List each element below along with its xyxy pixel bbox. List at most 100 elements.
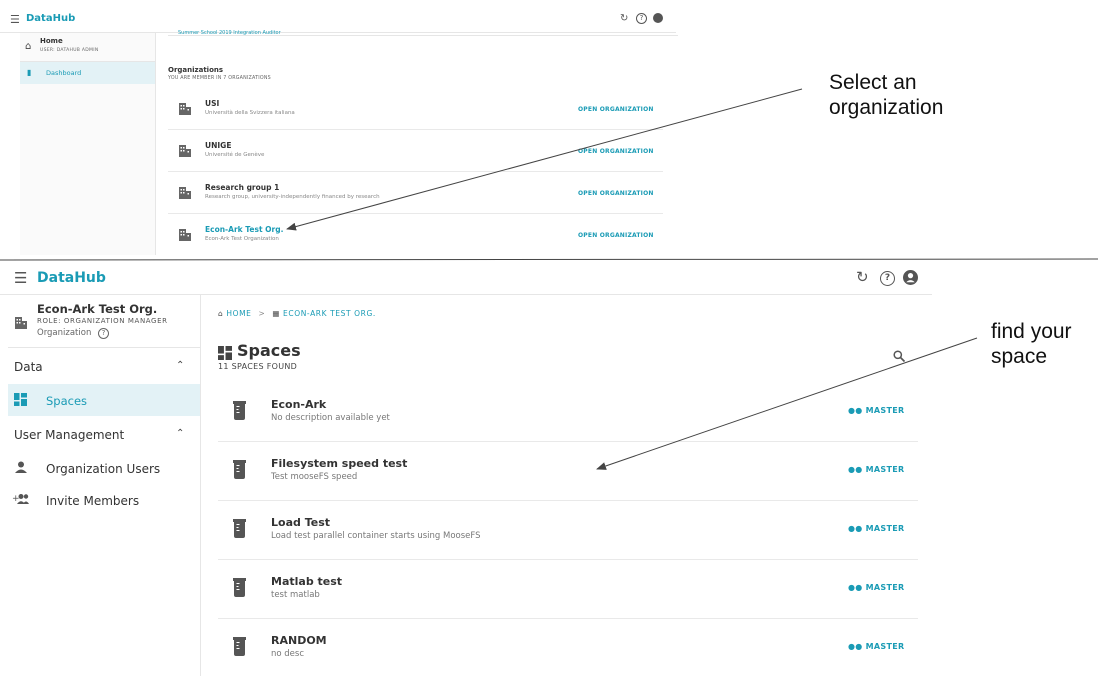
building-icon	[179, 103, 191, 115]
space-icon	[233, 637, 246, 656]
building-icon	[179, 229, 191, 241]
top-home-label: Home	[40, 37, 63, 45]
space-desc: Test mooseFS speed	[271, 472, 358, 482]
org-name[interactable]: Econ-Ark Test Org.	[205, 225, 283, 234]
org-type-help-icon[interactable]: ?	[98, 328, 109, 339]
org-row[interactable]: Research group 1 Research group, univers…	[168, 172, 663, 214]
sidebar-separator	[8, 347, 200, 348]
space-name[interactable]: Load Test	[271, 516, 330, 529]
space-icon	[233, 460, 246, 479]
space-name[interactable]: RANDOM	[271, 634, 327, 647]
orgs-subtitle: YOU ARE MEMBER IN 7 ORGANIZATIONS	[168, 76, 271, 81]
sidebar	[8, 295, 201, 676]
org-row[interactable]: UNIGE Université de Genève OPEN ORGANIZA…	[168, 130, 663, 172]
top-screenshot: ☰ DataHub ↻ ? ⌂ Home USER: DATAHUB ADMIN…	[0, 0, 680, 255]
dashboard-icon: ▮	[27, 68, 32, 77]
top-account-icon[interactable]	[653, 13, 663, 23]
breadcrumb: ⌂ HOME > ▦ ECON-ARK TEST ORG.	[218, 309, 376, 318]
space-row[interactable]: RANDOM no desc ●● MASTER	[218, 619, 918, 677]
building-icon: ▦	[272, 309, 281, 318]
group-icon: ●●	[848, 465, 863, 474]
sidebar-item-invite-members[interactable]: Invite Members	[46, 494, 139, 508]
space-desc: test matlab	[271, 590, 320, 600]
dashboard-grid-icon	[14, 393, 27, 406]
breadcrumb-home[interactable]: HOME	[226, 309, 251, 318]
orgs-title: Organizations	[168, 66, 224, 74]
top-separator	[168, 35, 678, 36]
annotation-find-space: find your space	[991, 319, 1072, 369]
space-desc: Load test parallel container starts usin…	[271, 531, 481, 541]
refresh-icon[interactable]: ↻	[856, 268, 869, 286]
annotation-select-line2: organization	[829, 96, 944, 119]
top-app-header	[0, 0, 676, 33]
master-badge[interactable]: ●● MASTER	[848, 583, 904, 592]
sidebar-section-data[interactable]: Data	[14, 360, 43, 374]
group-icon: ●●	[848, 583, 863, 592]
space-icon	[233, 401, 246, 420]
open-organization-link[interactable]: OPEN ORGANIZATION	[578, 106, 654, 113]
search-icon[interactable]	[893, 350, 905, 362]
space-row[interactable]: Matlab test test matlab ●● MASTER	[218, 560, 918, 619]
space-row[interactable]: Load Test Load test parallel container s…	[218, 501, 918, 560]
sidebar-item-organization-users[interactable]: Organization Users	[46, 462, 160, 476]
chevron-up-icon[interactable]: ⌃	[176, 428, 184, 439]
home-icon: ⌂	[25, 41, 32, 52]
top-menu-icon[interactable]: ☰	[10, 13, 20, 26]
annotation-find-line1: find your	[991, 320, 1072, 343]
top-dashboard-label: Dashboard	[46, 69, 82, 77]
account-icon[interactable]	[903, 270, 918, 285]
org-row[interactable]: Econ-Ark Test Org. Econ-Ark Test Organiz…	[168, 214, 663, 255]
org-desc: Research group, university-independently…	[205, 194, 380, 200]
building-icon	[179, 187, 191, 199]
space-name[interactable]: Matlab test	[271, 575, 342, 588]
top-brand[interactable]: DataHub	[26, 13, 75, 24]
space-icon	[233, 519, 246, 538]
annotation-find-line2: space	[991, 345, 1048, 368]
page-title: Spaces	[237, 341, 301, 360]
brand[interactable]: DataHub	[37, 270, 106, 286]
master-badge[interactable]: ●● MASTER	[848, 465, 904, 474]
org-row[interactable]: USI Università della Svizzera italiana O…	[168, 88, 663, 130]
top-help-icon[interactable]: ?	[636, 13, 647, 24]
sidebar-section-user-management[interactable]: User Management	[14, 428, 124, 442]
org-desc: Université de Genève	[205, 152, 265, 158]
org-name: USI	[205, 99, 220, 108]
sidebar-org-name: Econ-Ark Test Org.	[37, 302, 158, 316]
building-icon	[179, 145, 191, 157]
org-desc: Università della Svizzera italiana	[205, 110, 295, 116]
top-sidebar-dashboard[interactable]: ▮ Dashboard	[20, 62, 155, 84]
open-organization-link[interactable]: OPEN ORGANIZATION	[578, 148, 654, 155]
space-row[interactable]: Econ-Ark No description available yet ●●…	[218, 383, 918, 442]
help-icon[interactable]: ?	[880, 271, 895, 286]
org-name: UNIGE	[205, 141, 232, 150]
breadcrumb-org[interactable]: ECON-ARK TEST ORG.	[283, 309, 376, 318]
space-name[interactable]: Econ-Ark	[271, 398, 326, 411]
open-organization-link[interactable]: OPEN ORGANIZATION	[578, 190, 654, 197]
sidebar-item-spaces[interactable]	[8, 384, 200, 416]
home-icon: ⌂	[218, 309, 224, 318]
app-header	[0, 262, 932, 295]
master-badge[interactable]: ●● MASTER	[848, 642, 904, 651]
open-organization-link[interactable]: OPEN ORGANIZATION	[578, 232, 654, 239]
building-icon	[15, 317, 27, 329]
breadcrumb-separator: >	[258, 309, 266, 318]
top-refresh-icon[interactable]: ↻	[620, 13, 628, 24]
group-icon: ●●	[848, 524, 863, 533]
sidebar-org-type: Organization	[37, 328, 92, 338]
menu-icon[interactable]: ☰	[14, 269, 27, 287]
space-desc: no desc	[271, 649, 305, 659]
group-icon: ●●	[848, 642, 863, 651]
sidebar-role: ROLE: ORGANIZATION MANAGER	[37, 317, 168, 325]
org-desc: Econ-Ark Test Organization	[205, 236, 279, 242]
space-row[interactable]: Filesystem speed test Test mooseFS speed…	[218, 442, 918, 501]
master-badge[interactable]: ●● MASTER	[848, 524, 904, 533]
add-group-icon: +	[12, 494, 29, 504]
top-sidebar-home[interactable]: ⌂ Home USER: DATAHUB ADMIN	[20, 33, 155, 62]
master-badge[interactable]: ●● MASTER	[848, 406, 904, 415]
space-icon	[233, 578, 246, 597]
spaces-grid-icon	[218, 346, 232, 360]
org-name: Research group 1	[205, 183, 280, 192]
annotation-select-line1: Select an	[829, 71, 917, 94]
chevron-up-icon[interactable]: ⌃	[176, 360, 184, 371]
space-name[interactable]: Filesystem speed test	[271, 457, 407, 470]
